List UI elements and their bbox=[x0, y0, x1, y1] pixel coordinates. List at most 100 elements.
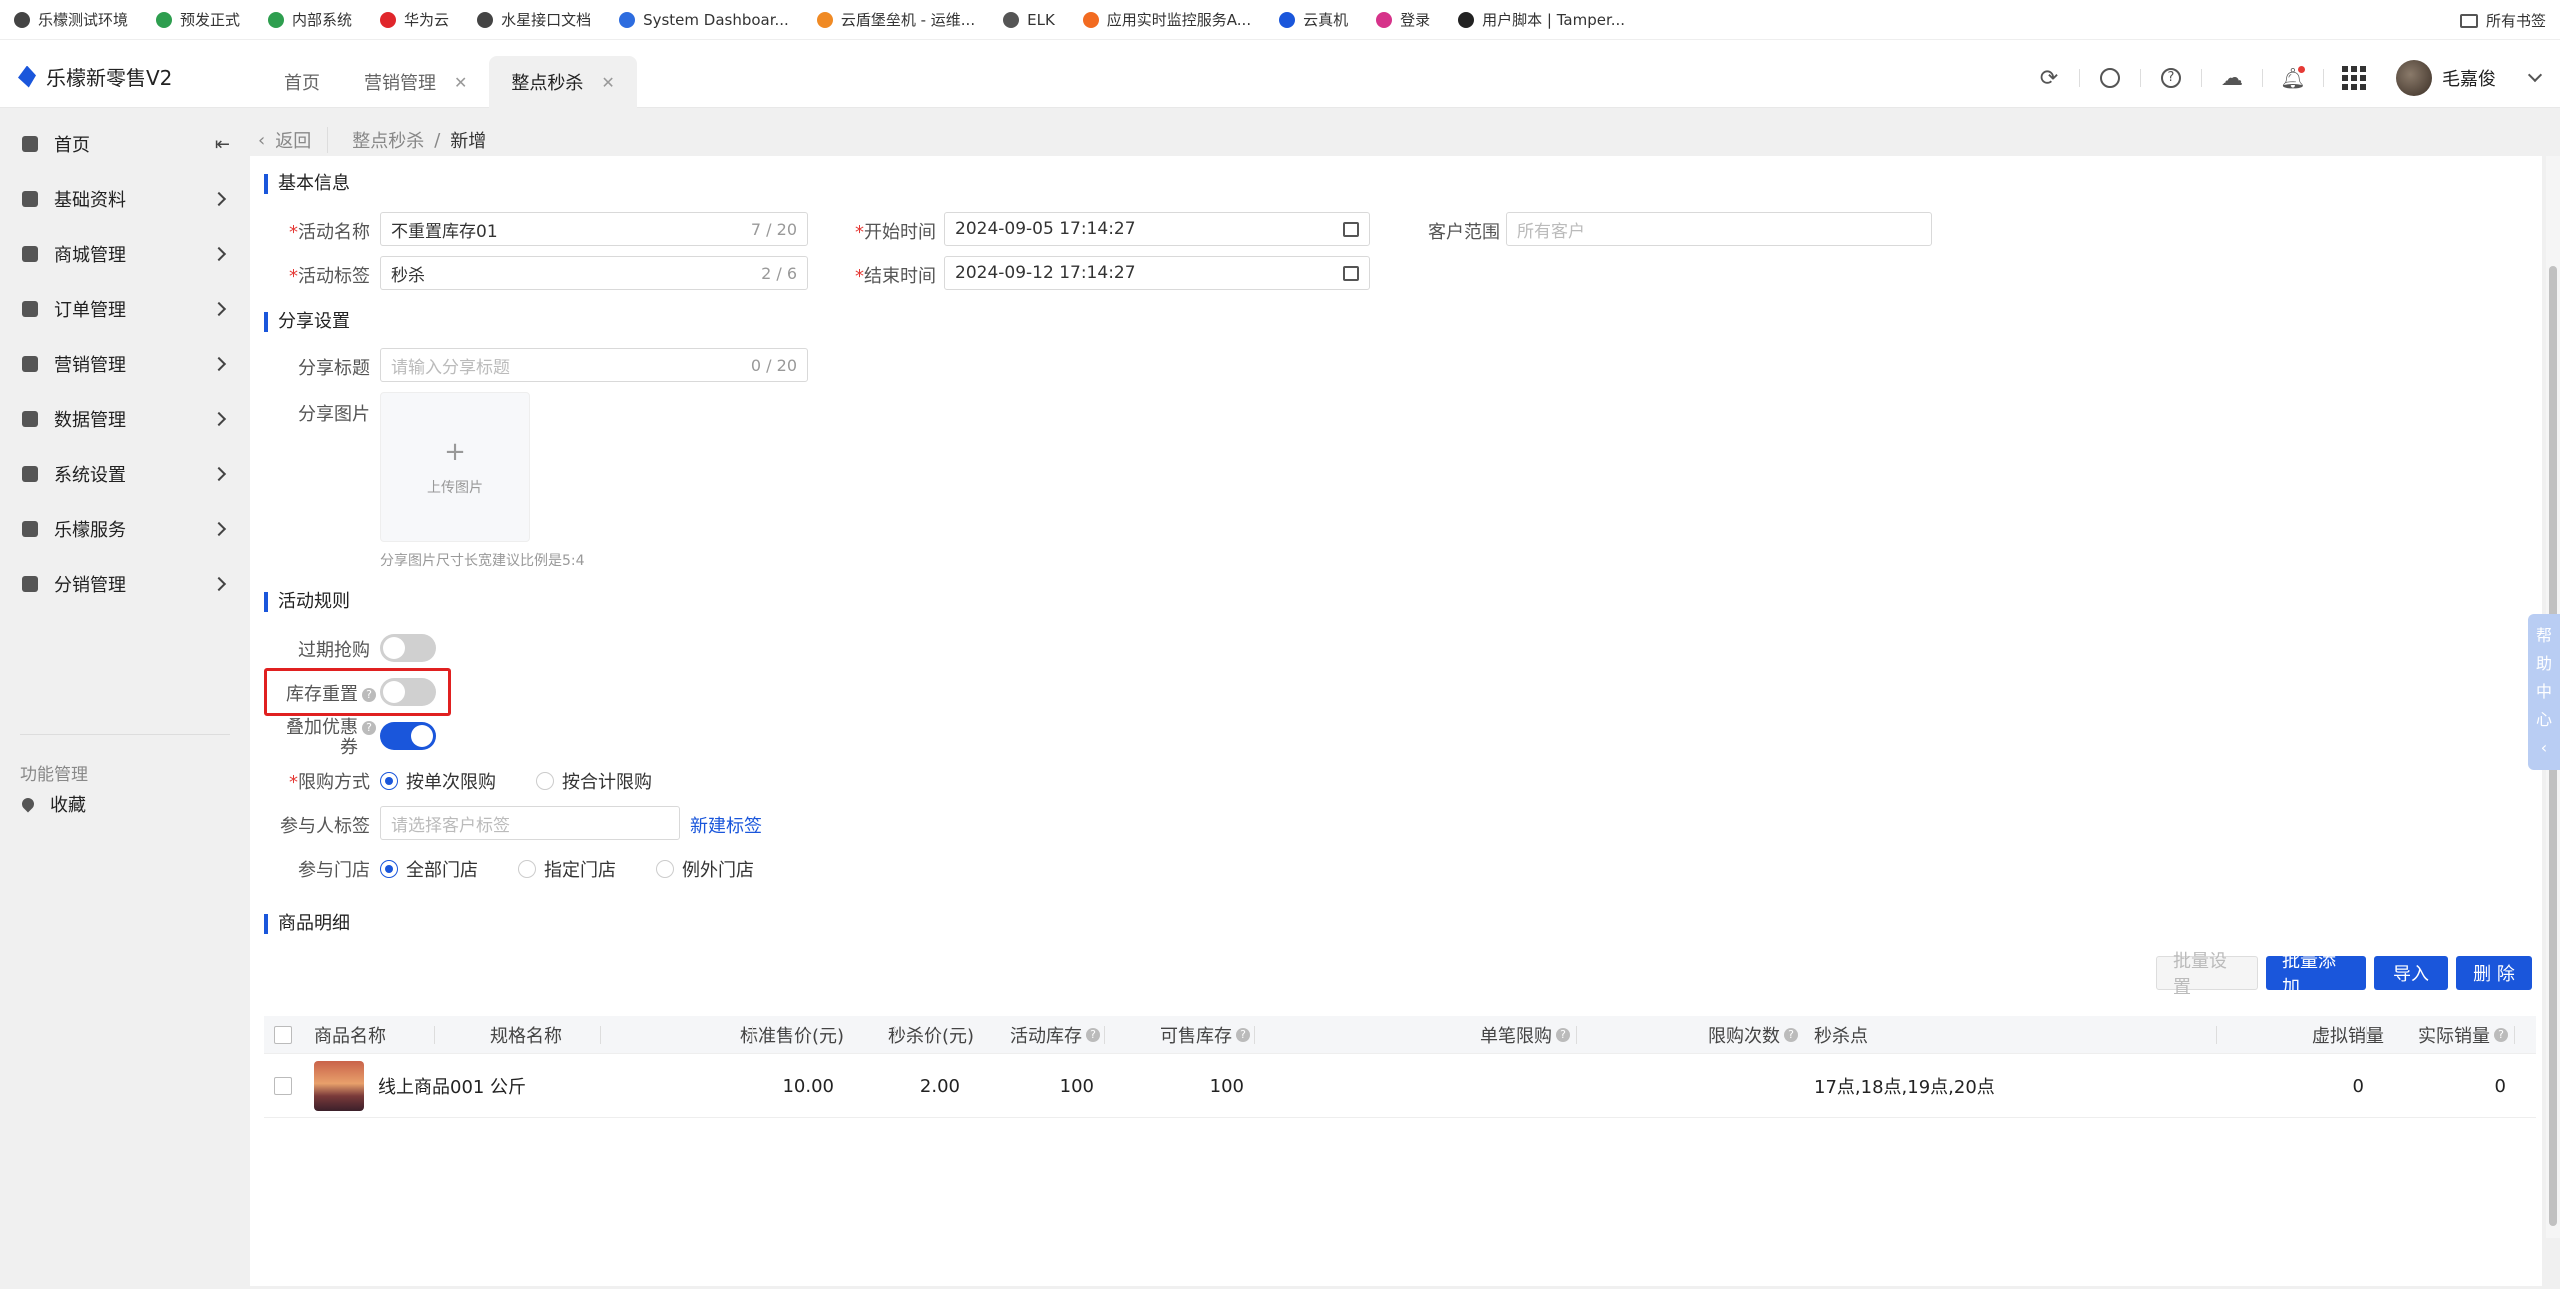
app-name: 乐檬新零售V2 bbox=[46, 66, 173, 90]
activity-tag-input[interactable]: 秒杀 2 / 6 bbox=[380, 256, 808, 290]
batch-set-button[interactable]: 批量设置 bbox=[2156, 951, 2258, 998]
question-icon[interactable]: ? bbox=[362, 721, 376, 735]
download-icon[interactable]: ☁ bbox=[2218, 64, 2246, 92]
bookmark-label: System Dashboar... bbox=[643, 10, 789, 29]
bookmark-item[interactable]: 水星接口文档 bbox=[477, 9, 591, 30]
sidebar: 功能管理 收藏 首页 ⇤ 基础资料 商城管理 订单管理 营销管理 数据管理 系统设置 乐檬服务分… bbox=[0, 108, 250, 1289]
question-icon[interactable]: ? bbox=[1236, 1028, 1250, 1042]
image-upload[interactable]: + 上传图片 bbox=[380, 392, 530, 542]
apps-grid-icon[interactable] bbox=[2340, 64, 2368, 92]
home-icon bbox=[22, 136, 38, 152]
batch-add-button[interactable]: 批量添加 bbox=[2266, 951, 2366, 998]
sidebar-item[interactable]: 首页 ⇤ bbox=[0, 124, 250, 164]
app-logo[interactable]: 乐檬新零售V2 bbox=[18, 62, 172, 91]
sidebar-item-label: 营销管理 bbox=[54, 355, 126, 376]
chevron-right-icon bbox=[211, 521, 227, 537]
cube-icon bbox=[22, 191, 38, 207]
radio-limit-single[interactable]: 按单次限购 bbox=[380, 768, 496, 794]
row-checkbox[interactable] bbox=[274, 1054, 292, 1118]
breadcrumb-parent[interactable]: 整点秒杀 bbox=[352, 127, 424, 153]
sidebar-item-favorites[interactable]: 收藏 bbox=[0, 784, 250, 824]
pie-chart-icon bbox=[22, 411, 38, 427]
help-icon[interactable]: ? bbox=[2157, 64, 2185, 92]
bookmark-item[interactable]: 登录 bbox=[1376, 9, 1430, 30]
bookmark-item[interactable]: 华为云 bbox=[380, 9, 449, 30]
sidebar-item-label: 分销管理 bbox=[54, 575, 126, 596]
cell-points: 17点,18点,19点,20点 bbox=[1814, 1077, 1995, 1098]
new-tag-link[interactable]: 新建标签 bbox=[690, 812, 762, 838]
bell-icon[interactable]: 🔔︎ bbox=[2279, 64, 2307, 92]
sidebar-item[interactable]: 订单管理 bbox=[0, 289, 250, 329]
sidebar-item-label: 数据管理 bbox=[54, 410, 126, 431]
help-center-tab[interactable]: 帮 助 中 心 ‹ bbox=[2528, 614, 2560, 770]
sidebar-item[interactable]: 分销管理 bbox=[0, 564, 250, 604]
store-label: 参与门店 bbox=[298, 860, 370, 881]
radio-limit-total[interactable]: 按合计限购 bbox=[536, 768, 652, 794]
divider bbox=[2140, 69, 2141, 87]
chevron-down-icon[interactable] bbox=[2527, 67, 2543, 83]
stock-reset-switch[interactable] bbox=[380, 678, 436, 706]
calendar-icon bbox=[1343, 265, 1359, 281]
bookmark-item[interactable]: 乐檬测试环境 bbox=[14, 9, 128, 30]
coupon-stack-switch[interactable] bbox=[380, 722, 436, 750]
sidebar-item[interactable]: 乐檬服务 bbox=[0, 509, 250, 549]
bookmark-favicon-icon bbox=[619, 11, 636, 28]
bookmark-item[interactable]: 云盾堡垒机 - 运维... bbox=[816, 9, 975, 30]
close-icon[interactable]: ✕ bbox=[454, 73, 467, 92]
customer-range-select[interactable]: 所有客户 bbox=[1506, 212, 1932, 246]
search-icon[interactable] bbox=[2096, 64, 2124, 92]
sidebar-item[interactable]: 系统设置 bbox=[0, 454, 250, 494]
user-name[interactable]: 毛嘉俊 bbox=[2442, 65, 2496, 91]
sidebar-item-label: 收藏 bbox=[50, 795, 86, 816]
back-button[interactable]: ‹ 返回 bbox=[250, 127, 329, 153]
limit-method-radios: 按单次限购 按合计限购 bbox=[380, 768, 692, 794]
collapse-sidebar-icon[interactable]: ⇤ bbox=[215, 134, 230, 155]
activity-tag-label: *活动标签 bbox=[289, 266, 370, 287]
radio-store-all[interactable]: 全部门店 bbox=[380, 856, 478, 882]
select-all-checkbox[interactable] bbox=[274, 1016, 292, 1054]
form-panel: 基本信息 *活动名称 不重置库存01 7 / 20 *活动标签 秒杀 2 / 6 *… bbox=[250, 156, 2542, 1286]
sidebar-item[interactable]: 基础资料 bbox=[0, 179, 250, 219]
refresh-icon[interactable]: ⟳ bbox=[2035, 64, 2063, 92]
order-icon bbox=[22, 301, 38, 317]
bookmark-item[interactable]: System Dashboar... bbox=[619, 11, 789, 29]
question-icon[interactable]: ? bbox=[1556, 1028, 1570, 1042]
placeholder: 请选择客户标签 bbox=[391, 815, 510, 836]
back-label: 返回 bbox=[275, 131, 312, 152]
activity-name-input[interactable]: 不重置库存01 7 / 20 bbox=[380, 212, 808, 246]
participant-tag-select[interactable]: 请选择客户标签 bbox=[380, 806, 680, 840]
avatar[interactable] bbox=[2396, 60, 2432, 96]
start-time-picker[interactable]: 2024-09-05 17:14:27 bbox=[944, 212, 1370, 246]
tab-home[interactable]: 首页 bbox=[262, 56, 342, 108]
question-icon[interactable]: ? bbox=[1784, 1028, 1798, 1042]
sidebar-item[interactable]: 商城管理 bbox=[0, 234, 250, 274]
share-title-input[interactable]: 请输入分享标题 0 / 20 bbox=[380, 348, 808, 382]
delete-button[interactable]: 删 除 bbox=[2456, 956, 2532, 990]
sidebar-item[interactable]: 营销管理 bbox=[0, 344, 250, 384]
radio-store-excluded[interactable]: 例外门店 bbox=[656, 856, 754, 882]
sidebar-item[interactable]: 数据管理 bbox=[0, 399, 250, 439]
share-image-label: 分享图片 bbox=[298, 404, 370, 425]
question-icon[interactable]: ? bbox=[362, 688, 376, 702]
question-icon[interactable]: ? bbox=[2494, 1028, 2508, 1042]
bookmark-favicon-icon bbox=[1082, 11, 1099, 28]
tab-flash-sale[interactable]: 整点秒杀 ✕ bbox=[489, 56, 637, 108]
bookmark-item[interactable]: 云真机 bbox=[1279, 9, 1348, 30]
radio-store-specified[interactable]: 指定门店 bbox=[518, 856, 616, 882]
end-time-picker[interactable]: 2024-09-12 17:14:27 bbox=[944, 256, 1370, 290]
bookmark-favicon-icon bbox=[1376, 11, 1393, 28]
table-row[interactable]: 线上商品001 公斤 10.00 2.00 100 100 17点,18点,19… bbox=[264, 1054, 2536, 1118]
expired-purchase-switch[interactable] bbox=[380, 634, 436, 662]
all-bookmarks[interactable]: 所有书签 bbox=[2459, 10, 2546, 31]
bookmark-item[interactable]: 内部系统 bbox=[268, 9, 352, 30]
tab-marketing[interactable]: 营销管理 ✕ bbox=[342, 56, 489, 108]
marketing-icon bbox=[22, 356, 38, 372]
close-icon[interactable]: ✕ bbox=[601, 73, 614, 92]
bookmark-item[interactable]: ELK bbox=[1003, 11, 1055, 29]
share-title-label: 分享标题 bbox=[298, 358, 370, 379]
import-button[interactable]: 导入 bbox=[2374, 956, 2448, 990]
bookmark-item[interactable]: 用户脚本 | Tamper... bbox=[1458, 9, 1625, 30]
bookmark-item[interactable]: 应用实时监控服务A... bbox=[1082, 9, 1251, 30]
bookmark-item[interactable]: 预发正式 bbox=[156, 9, 240, 30]
bookmark-label: 华为云 bbox=[404, 11, 450, 29]
